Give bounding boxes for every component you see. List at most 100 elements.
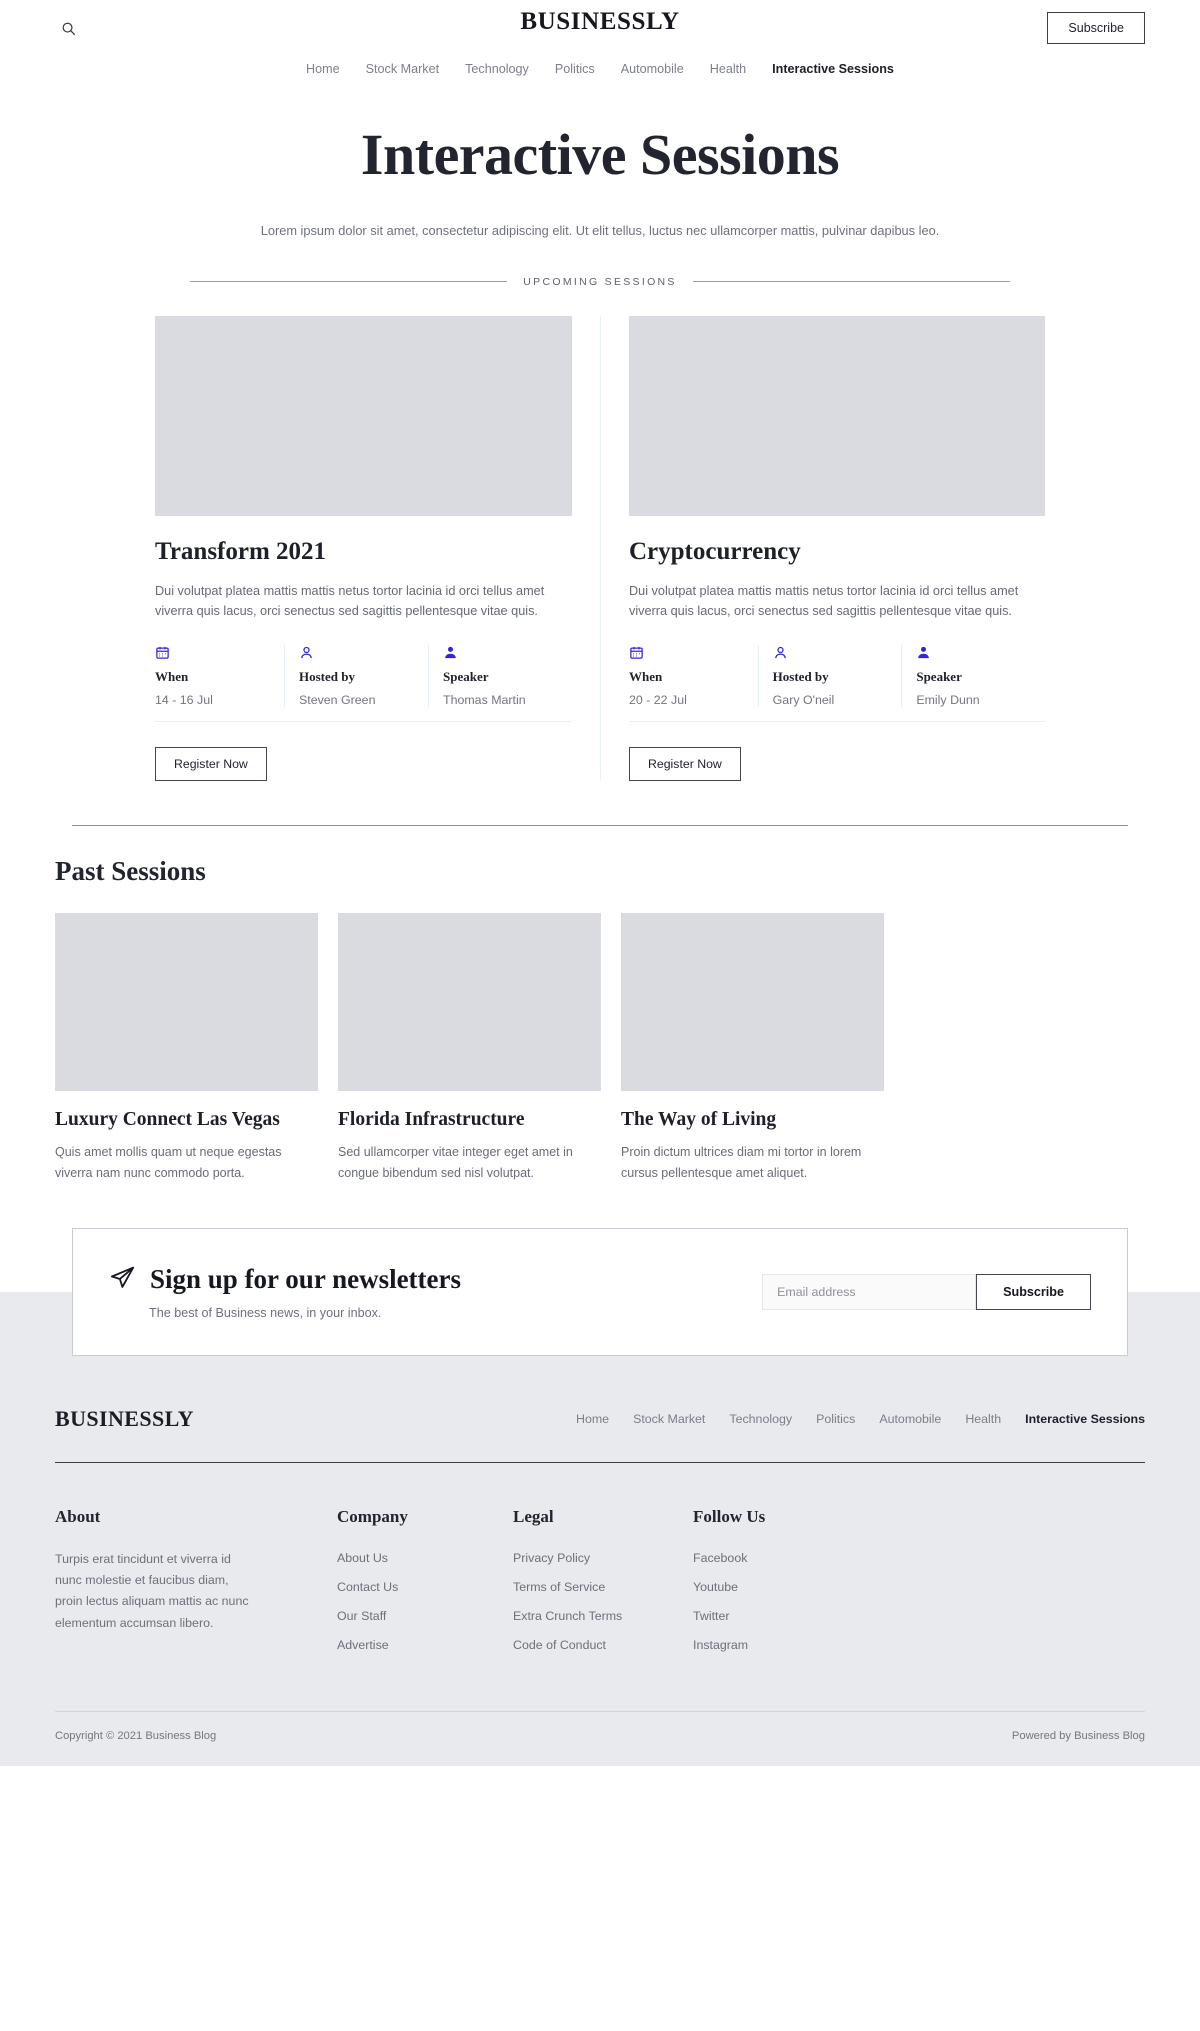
list-item: Youtube xyxy=(693,1578,975,1596)
user-outline-icon xyxy=(299,645,414,661)
nav-item-stock-market[interactable]: Stock Market xyxy=(366,62,439,76)
newsletter-signup: Sign up for our newsletters The best of … xyxy=(72,1227,1128,1356)
past-session-title: Luxury Connect Las Vegas xyxy=(55,1109,280,1131)
hero-subtitle: Lorem ipsum dolor sit amet, consectetur … xyxy=(260,222,940,238)
upcoming-session-card: Cryptocurrency Dui volutpat platea matti… xyxy=(600,315,1045,782)
past-session-card[interactable]: Luxury Connect Las Vegas Quis amet molli… xyxy=(55,913,318,1183)
footer-link-terms-of-service[interactable]: Terms of Service xyxy=(513,1580,605,1594)
past-session-description: Proin dictum ultrices diam mi tortor in … xyxy=(621,1145,862,1181)
footer-link-advertise[interactable]: Advertise xyxy=(337,1638,389,1652)
page-title: Interactive Sessions xyxy=(360,122,840,187)
hero-section: Interactive Sessions Lorem ipsum dolor s… xyxy=(0,94,1200,240)
nav-item-automobile[interactable]: Automobile xyxy=(621,62,684,76)
past-session-title: Florida Infrastructure xyxy=(338,1109,525,1131)
site-header: BUSINESSLY Subscribe xyxy=(0,0,1200,56)
register-now-button[interactable]: Register Now xyxy=(155,747,267,782)
main-nav: Home Stock Market Technology Politics Au… xyxy=(0,56,1200,94)
footer-link-facebook[interactable]: Facebook xyxy=(693,1551,747,1565)
session-meta-label: When xyxy=(629,669,663,685)
session-meta-value: 14 - 16 Jul xyxy=(155,693,213,708)
footer-link-youtube[interactable]: Youtube xyxy=(693,1580,738,1594)
footer-brand: BUSINESSLY xyxy=(55,1405,194,1431)
divider-line-right xyxy=(692,281,1011,283)
past-session-description: Sed ullamcorper vitae integer eget amet … xyxy=(338,1145,573,1181)
footer-columns: About Turpis erat tincidunt et viverra i… xyxy=(55,1463,1145,1665)
footer-nav-item-health[interactable]: Health xyxy=(965,1412,1001,1426)
upcoming-sessions-label: UPCOMING SESSIONS xyxy=(523,275,677,288)
footer-inner: BUSINESSLY Home Stock Market Technology … xyxy=(55,1356,1145,1766)
list-item: Extra Crunch Terms xyxy=(513,1607,693,1625)
newsletter-title: Sign up for our newsletters xyxy=(150,1264,462,1295)
nav-item-politics[interactable]: Politics xyxy=(555,62,595,76)
footer-column-heading: Legal xyxy=(513,1506,554,1526)
list-item: Terms of Service xyxy=(513,1578,693,1596)
upcoming-sessions-divider: UPCOMING SESSIONS xyxy=(190,275,1011,288)
session-meta-label: When xyxy=(155,669,189,685)
session-title: Cryptocurrency xyxy=(629,537,801,565)
session-image-cryptocurrency xyxy=(629,315,1045,516)
calendar-icon xyxy=(629,645,744,661)
copyright-text: Copyright © 2021 Business Blog xyxy=(55,1729,217,1742)
footer-nav-item-home[interactable]: Home xyxy=(576,1412,609,1426)
session-meta-value: Steven Green xyxy=(299,693,376,708)
footer-column-company: Company About Us Contact Us Our Staff Ad… xyxy=(337,1507,513,1665)
session-meta-value: Thomas Martin xyxy=(443,693,526,708)
past-session-card[interactable]: Florida Infrastructure Sed ullamcorper v… xyxy=(338,913,601,1183)
footer-link-list: Facebook Youtube Twitter Instagram xyxy=(693,1549,975,1654)
session-meta-value: Gary O'neil xyxy=(772,693,835,708)
footer-link-list: About Us Contact Us Our Staff Advertise xyxy=(337,1549,513,1654)
site-footer: BUSINESSLY Home Stock Market Technology … xyxy=(0,1291,1200,1766)
past-sessions-grid: Luxury Connect Las Vegas Quis amet molli… xyxy=(55,913,1145,1183)
footer-link-our-staff[interactable]: Our Staff xyxy=(337,1609,386,1623)
session-meta-value: Emily Dunn xyxy=(916,693,980,708)
section-divider xyxy=(72,825,1128,827)
session-meta-hosted-by: Hosted by Steven Green xyxy=(284,645,428,708)
footer-link-extra-crunch-terms[interactable]: Extra Crunch Terms xyxy=(513,1609,622,1623)
newsletter-subscribe-button[interactable]: Subscribe xyxy=(976,1273,1091,1310)
footer-nav-item-automobile[interactable]: Automobile xyxy=(879,1412,941,1426)
footer-link-list: Privacy Policy Terms of Service Extra Cr… xyxy=(513,1549,693,1654)
past-sessions-heading: Past Sessions xyxy=(55,856,206,887)
newsletter-title-row: Sign up for our newsletters xyxy=(109,1264,461,1296)
site-brand: BUSINESSLY xyxy=(520,8,680,35)
nav-item-interactive-sessions[interactable]: Interactive Sessions xyxy=(772,62,894,76)
footer-nav-item-interactive-sessions[interactable]: Interactive Sessions xyxy=(1025,1412,1145,1426)
powered-by-text: Powered by Business Blog xyxy=(1011,1729,1145,1742)
session-meta-label: Speaker xyxy=(443,669,489,685)
nav-item-health[interactable]: Health xyxy=(710,62,746,76)
list-item: About Us xyxy=(337,1549,513,1567)
email-input[interactable] xyxy=(762,1273,977,1310)
footer-link-twitter[interactable]: Twitter xyxy=(693,1609,730,1623)
session-meta-speaker: Speaker Emily Dunn xyxy=(901,645,1045,708)
footer-nav-item-politics[interactable]: Politics xyxy=(816,1412,855,1426)
nav-item-home[interactable]: Home xyxy=(306,62,340,76)
newsletter-subtitle: The best of Business news, in your inbox… xyxy=(149,1305,382,1320)
footer-link-about-us[interactable]: About Us xyxy=(337,1551,388,1565)
list-item: Twitter xyxy=(693,1607,975,1625)
footer-column-heading: About xyxy=(55,1506,101,1526)
session-title: Transform 2021 xyxy=(155,537,327,565)
session-meta-hosted-by: Hosted by Gary O'neil xyxy=(757,645,902,708)
session-description: Dui volutpat platea mattis mattis netus … xyxy=(155,583,545,618)
session-image-transform-2021 xyxy=(155,315,572,516)
past-session-card[interactable]: The Way of Living Proin dictum ultrices … xyxy=(621,913,884,1183)
header-subscribe-button[interactable]: Subscribe xyxy=(1047,12,1145,44)
session-meta-label: Hosted by xyxy=(772,669,829,685)
register-now-button[interactable]: Register Now xyxy=(629,747,741,782)
upcoming-sessions-list: Transform 2021 Dui volutpat platea matti… xyxy=(155,315,1045,782)
search-icon[interactable] xyxy=(55,15,81,41)
footer-link-privacy-policy[interactable]: Privacy Policy xyxy=(513,1551,590,1565)
page-root: BUSINESSLY Subscribe Home Stock Market T… xyxy=(0,0,1200,1766)
past-sessions-section: Past Sessions Luxury Connect Las Vegas Q… xyxy=(55,856,1145,1183)
past-session-image-luxury-connect xyxy=(55,913,318,1092)
footer-nav-item-technology[interactable]: Technology xyxy=(729,1412,792,1426)
footer-link-contact-us[interactable]: Contact Us xyxy=(337,1580,398,1594)
footer-link-instagram[interactable]: Instagram xyxy=(693,1638,748,1652)
footer-column-heading: Company xyxy=(337,1506,408,1526)
session-description: Dui volutpat platea mattis mattis netus … xyxy=(629,583,1019,618)
session-meta-speaker: Speaker Thomas Martin xyxy=(428,645,572,708)
footer-link-code-of-conduct[interactable]: Code of Conduct xyxy=(513,1638,606,1652)
nav-item-technology[interactable]: Technology xyxy=(465,62,529,76)
footer-nav-item-stock-market[interactable]: Stock Market xyxy=(633,1412,705,1426)
list-item: Code of Conduct xyxy=(513,1636,693,1654)
